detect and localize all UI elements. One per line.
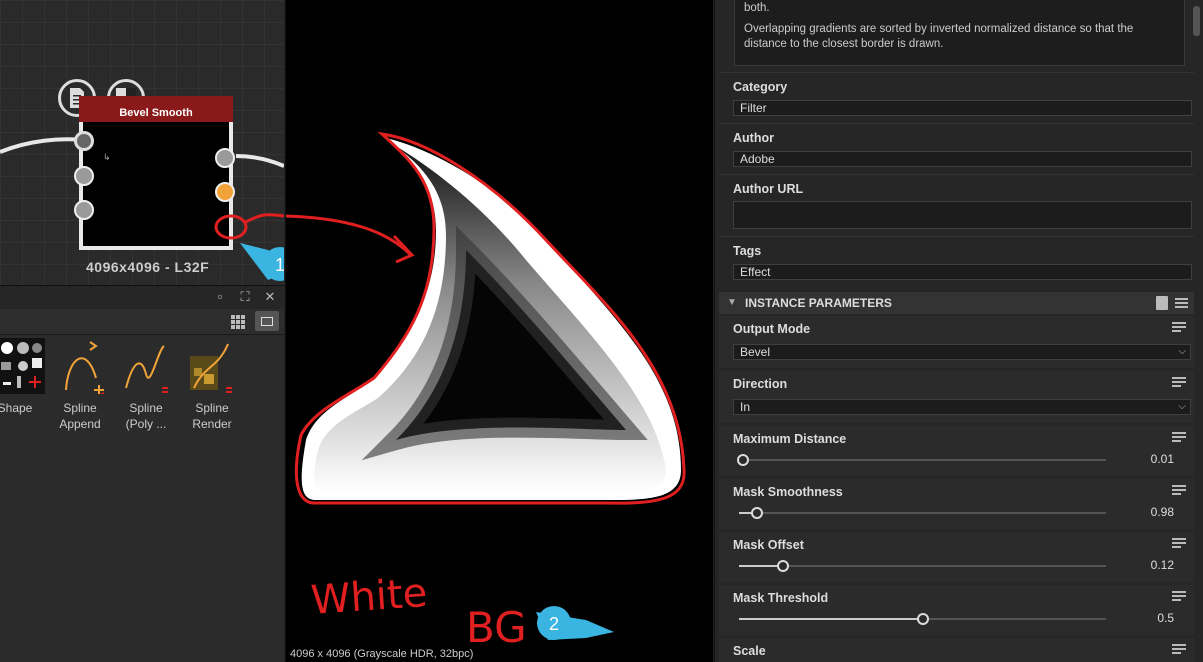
mask-threshold-value[interactable]: 0.5 — [1157, 611, 1174, 625]
scrollbar[interactable] — [1193, 0, 1200, 662]
viewer-canvas: White BG 2 — [286, 131, 686, 652]
category-field[interactable]: Filter — [733, 100, 1192, 116]
callout-2-number: 2 — [549, 614, 559, 634]
annotation-text-white: White — [309, 570, 428, 624]
mask-smoothness-value[interactable]: 0.98 — [1151, 505, 1174, 519]
author-url-label: Author URL — [733, 182, 804, 196]
tags-field[interactable]: Effect — [733, 264, 1192, 280]
section-menu-icon[interactable] — [1175, 298, 1188, 308]
param-output-mode: Output Mode Bevel ⌵ — [719, 316, 1194, 368]
separator — [719, 174, 1194, 175]
close-icon[interactable]: ✕ — [263, 290, 277, 304]
spline-append-thumbnail — [56, 338, 105, 397]
param-menu-icon[interactable] — [1172, 322, 1186, 334]
library-item-shape[interactable]: Shape — [0, 338, 47, 416]
spline-poly-thumbnail — [122, 338, 170, 394]
restore-icon[interactable]: ▫ — [213, 290, 227, 304]
library-item-label: Shape — [0, 401, 33, 415]
slider-knob[interactable] — [916, 613, 929, 625]
param-menu-icon[interactable] — [1172, 644, 1186, 656]
graph-view[interactable]: Bevel Smooth ↳ 4096x4096 - L32F 1 — [0, 0, 284, 285]
mask-threshold-slider[interactable] — [739, 613, 1106, 625]
library-item-label-2: Append — [59, 417, 101, 431]
mask-offset-label: Mask Offset — [733, 538, 804, 552]
maximum-distance-value[interactable]: 0.01 — [1151, 452, 1174, 466]
separator — [719, 236, 1194, 237]
properties-panel: both. Overlapping gradients are sorted b… — [714, 0, 1203, 662]
param-mask-threshold: Mask Threshold 0.5 — [719, 585, 1194, 635]
slider-knob[interactable] — [736, 454, 749, 466]
output-mode-value: Bevel — [740, 345, 771, 359]
grid-view-icon[interactable] — [231, 315, 245, 329]
library-item-label-2: Render — [192, 417, 232, 431]
output-mode-label: Output Mode — [733, 322, 811, 336]
separator — [719, 72, 1194, 73]
viewer-status: 4096 x 4096 (Grayscale HDR, 32bpc) — [290, 648, 474, 660]
chevron-down-icon: ⌵ — [1178, 401, 1186, 412]
collapse-chevron-icon[interactable]: ▼ — [727, 292, 737, 314]
param-mask-smoothness: Mask Smoothness 0.98 — [719, 479, 1194, 529]
library-panel: Shape Spline Append Spline (Poly ... Spl… — [0, 335, 284, 662]
library-item-spline-append[interactable]: Spline Append — [48, 338, 112, 432]
param-menu-icon[interactable] — [1172, 485, 1186, 497]
preset-icon[interactable] — [1156, 296, 1168, 310]
tags-label: Tags — [733, 244, 762, 258]
output-mode-dropdown[interactable]: Bevel ⌵ — [733, 344, 1191, 360]
library-item-spline-render[interactable]: Spline Render — [180, 338, 244, 432]
annotation-text-bg: BG — [466, 603, 527, 652]
separator — [719, 123, 1194, 124]
scrollbar-thumb[interactable] — [1193, 6, 1200, 36]
description-line-3: distance to the closest border is drawn. — [744, 38, 944, 50]
callout-1-number: 1 — [275, 255, 284, 275]
category-label: Category — [733, 80, 788, 94]
instance-parameters-header[interactable]: ▼ INSTANCE PARAMETERS — [719, 292, 1194, 314]
chevron-down-icon: ⌵ — [1178, 346, 1186, 357]
mask-smoothness-slider[interactable] — [739, 507, 1106, 519]
direction-dropdown[interactable]: In ⌵ — [733, 399, 1191, 415]
maximum-distance-slider[interactable] — [736, 454, 1106, 466]
section-title: INSTANCE PARAMETERS — [745, 296, 892, 310]
annotation-circle — [214, 214, 248, 240]
mask-offset-slider[interactable] — [739, 560, 1106, 572]
preview-view-icon[interactable] — [255, 311, 279, 331]
mask-smoothness-label: Mask Smoothness — [733, 485, 843, 499]
library-item-label: Spline — [129, 401, 163, 415]
2d-viewer[interactable]: White BG 2 4096 x 4096 (Grayscale HDR, 3… — [285, 0, 713, 662]
maximize-icon[interactable]: ⛶ — [238, 290, 252, 304]
library-toolbar — [0, 309, 284, 335]
scale-label: Scale — [733, 644, 766, 658]
author-url-field[interactable] — [733, 201, 1192, 229]
author-field[interactable]: Adobe — [733, 151, 1192, 167]
library-header: ▫ ⛶ ✕ — [0, 285, 284, 309]
annotation-layer: 1 — [214, 213, 284, 281]
library-item-spline-poly[interactable]: Spline (Poly ... — [114, 338, 178, 432]
library-item-label: Spline — [195, 401, 229, 415]
slider-knob[interactable] — [751, 507, 764, 519]
param-maximum-distance: Maximum Distance 0.01 — [719, 426, 1194, 476]
mask-threshold-label: Mask Threshold — [733, 591, 829, 605]
param-menu-icon[interactable] — [1172, 432, 1186, 444]
annotation-arrow-part — [243, 213, 284, 225]
library-item-label-2: (Poly ... — [125, 417, 167, 431]
spline-render-thumbnail — [188, 338, 236, 394]
description-box: both. Overlapping gradients are sorted b… — [734, 0, 1185, 66]
param-direction: Direction In ⌵ — [719, 371, 1194, 423]
param-mask-offset: Mask Offset 0.12 — [719, 532, 1194, 582]
description-line-1: both. — [744, 2, 770, 14]
library-item-label: Spline — [63, 401, 97, 415]
slider-knob[interactable] — [777, 560, 790, 572]
description-line-2: Overlapping gradients are sorted by inve… — [744, 23, 1134, 35]
shape-thumbnail — [0, 338, 45, 394]
author-label: Author — [733, 131, 774, 145]
maximum-distance-label: Maximum Distance — [733, 432, 847, 446]
param-menu-icon[interactable] — [1172, 538, 1186, 550]
direction-label: Direction — [733, 377, 788, 391]
param-menu-icon[interactable] — [1172, 591, 1186, 603]
mask-offset-value[interactable]: 0.12 — [1151, 558, 1174, 572]
direction-value: In — [740, 400, 751, 414]
annotation-arrow — [286, 214, 413, 257]
param-menu-icon[interactable] — [1172, 377, 1186, 389]
param-scale: Scale — [719, 638, 1194, 662]
